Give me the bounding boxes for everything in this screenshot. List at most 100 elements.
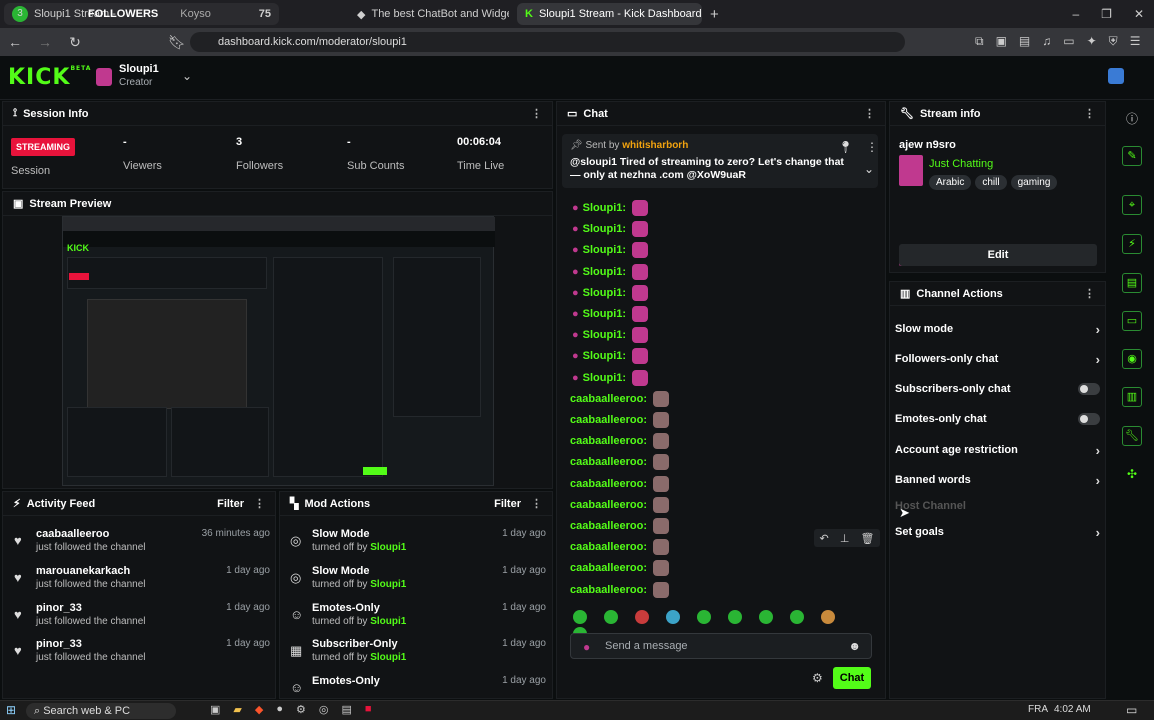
send-chat-button[interactable]: Chat [833, 667, 871, 689]
forward-icon[interactable]: → [34, 34, 56, 50]
trash-icon[interactable]: 🗑︎ [860, 532, 874, 545]
more-icon[interactable]: ⋮ [1084, 287, 1095, 300]
kick-logo[interactable]: KICKBETA [8, 65, 91, 90]
tag[interactable]: chill [975, 175, 1007, 190]
task-view-icon[interactable]: ▣ [210, 703, 220, 716]
chat-message[interactable]: caabaalleeroo: [570, 581, 670, 599]
app-icon[interactable]: ◎ [319, 703, 329, 716]
chat-username[interactable]: Sloupi1: [583, 350, 626, 362]
action-followers-only[interactable]: Followers-only chat › [895, 350, 1100, 368]
notification-icon[interactable]: ▭ [1126, 703, 1137, 717]
tab-chatbot[interactable]: ◆ The best ChatBot and Widgets for Ki [349, 3, 509, 25]
gear-icon[interactable]: ⚙ [812, 671, 823, 685]
action-age-restriction[interactable]: Account age restriction › [895, 441, 1100, 459]
music-icon[interactable]: ♫ [1042, 34, 1051, 49]
broadcast-icon[interactable]: ◉ [1122, 349, 1142, 369]
action-slow-mode[interactable]: Slow mode › [895, 320, 1100, 338]
chat-username[interactable]: Sloupi1: [583, 223, 626, 235]
chat-input[interactable]: ● Send a message ☻ [570, 633, 872, 659]
chat-username[interactable]: caabaalleeroo: [570, 584, 647, 596]
chat-username[interactable]: caabaalleeroo: [570, 435, 647, 447]
chat-message[interactable]: caabaalleeroo: [570, 475, 670, 493]
category-link[interactable]: Just Chatting [929, 158, 993, 170]
bookmark-icon[interactable]: 🔖︎ [166, 34, 188, 51]
tag[interactable]: gaming [1010, 175, 1058, 190]
user-avatar[interactable] [1108, 68, 1124, 84]
maximize-icon[interactable]: ❐ [1101, 7, 1112, 21]
chat-message[interactable]: ● Sloupi1: [570, 263, 649, 281]
language-indicator[interactable]: FRA [1028, 704, 1048, 715]
scan-icon[interactable]: ⌖ [1122, 195, 1142, 215]
chevron-down-icon[interactable]: ⌄ [182, 69, 192, 83]
nodes-icon[interactable]: ✣ [1127, 467, 1137, 481]
chat-username[interactable]: Sloupi1: [583, 372, 626, 384]
more-icon[interactable]: ⋮ [1084, 107, 1095, 120]
chat-message[interactable]: caabaalleeroo: [570, 453, 670, 471]
more-icon[interactable]: ⋮ [866, 140, 878, 154]
close-window-icon[interactable]: ✕ [1134, 7, 1144, 21]
chat-username[interactable]: Sloupi1: [583, 287, 626, 299]
chat-message[interactable]: ● Sloupi1: [570, 220, 649, 238]
chat-username[interactable]: Sloupi1: [583, 266, 626, 278]
settings-icon[interactable]: ⚙ [296, 703, 306, 716]
chat-message[interactable]: ● Sloupi1: [570, 241, 649, 259]
taskbar-search[interactable]: ⌕ Search web & PC [26, 703, 176, 719]
sidebar-icon[interactable]: ▤ [1019, 34, 1030, 49]
action-set-goals[interactable]: Set goals › [895, 523, 1100, 541]
chat-message[interactable]: ● Sloupi1: [570, 326, 649, 344]
reply-icon[interactable]: ↶ [820, 532, 829, 545]
wallet-icon[interactable]: ▭ [1063, 34, 1074, 49]
chat-message[interactable]: caabaalleeroo: [570, 411, 670, 429]
chat-message[interactable]: caabaalleeroo: [570, 390, 670, 408]
chat-message[interactable]: caabaalleeroo: [570, 432, 670, 450]
chat-username[interactable]: Sloupi1: [583, 202, 626, 214]
chat-username[interactable]: caabaalleeroo: [570, 520, 647, 532]
chat-message[interactable]: ● Sloupi1: [570, 284, 649, 302]
pin-icon[interactable]: 📍︎ [838, 140, 853, 154]
tab-dashboard[interactable]: K Sloupi1 Stream - Kick Dashboard ✕ [517, 3, 702, 25]
chat-message[interactable]: caabaalleeroo: [570, 559, 670, 577]
chat-message[interactable]: ● Sloupi1: [570, 369, 649, 387]
action-emotes-only[interactable]: Emotes-only chat [895, 410, 1100, 428]
pinned-message[interactable]: 📌︎ Sent by whitisharborh @sloupi1 Tired … [562, 134, 878, 188]
more-icon[interactable]: ⋮ [531, 107, 542, 120]
filter-button[interactable]: Filter [494, 498, 521, 510]
document-icon[interactable]: ▤ [1122, 273, 1142, 293]
chat-username[interactable]: caabaalleeroo: [570, 456, 647, 468]
chat-username[interactable]: caabaalleeroo: [570, 414, 647, 426]
pencil-icon[interactable]: ✎ [1122, 146, 1142, 166]
chat-username[interactable]: caabaalleeroo: [570, 478, 647, 490]
more-icon[interactable]: ⋮ [864, 107, 875, 120]
action-host-channel[interactable]: Host Channel [895, 497, 1100, 515]
chat-username[interactable]: caabaalleeroo: [570, 541, 647, 553]
chat-message[interactable]: ● Sloupi1: [570, 347, 649, 365]
edit-button[interactable]: Edit [899, 244, 1097, 266]
back-icon[interactable]: ← [4, 34, 26, 50]
brave-icon[interactable]: ◆ [255, 703, 263, 716]
chevron-down-icon[interactable]: ⌄ [864, 162, 874, 176]
chat-icon[interactable]: ▭ [1122, 311, 1142, 331]
clock[interactable]: 4:02 AM [1054, 704, 1091, 715]
wrench-icon[interactable]: 🔧︎ [1122, 426, 1142, 446]
chat-message[interactable]: ● Sloupi1: [570, 305, 649, 323]
toggle-switch[interactable] [1078, 413, 1100, 425]
folder-icon[interactable]: ▰ [233, 703, 241, 716]
chat-message[interactable]: ● Sloupi1: [570, 199, 649, 217]
screenshot-icon[interactable]: ▣ [996, 34, 1007, 49]
chat-message[interactable]: caabaalleeroo: [570, 496, 670, 514]
new-tab-icon[interactable]: + [710, 6, 719, 23]
reload-icon[interactable]: ↻ [64, 34, 86, 51]
lightning-icon[interactable]: ⚡︎ [1122, 234, 1142, 254]
pin-icon[interactable]: ⊥ [840, 532, 850, 545]
info-icon[interactable]: ⓘ [1126, 110, 1138, 127]
chat-username[interactable]: Sloupi1: [583, 244, 626, 256]
filter-button[interactable]: Filter [217, 498, 244, 510]
chat-username[interactable]: Sloupi1: [583, 308, 626, 320]
shield-icon[interactable]: ⛨ [1109, 34, 1118, 49]
chat-username[interactable]: caabaalleeroo: [570, 499, 647, 511]
action-subscribers-only[interactable]: Subscribers-only chat [895, 380, 1100, 398]
app-icon[interactable]: ■ [365, 703, 372, 716]
chat-username[interactable]: Sloupi1: [583, 329, 626, 341]
chat-username[interactable]: caabaalleeroo: [570, 393, 647, 405]
chat-username[interactable]: caabaalleeroo: [570, 562, 647, 574]
